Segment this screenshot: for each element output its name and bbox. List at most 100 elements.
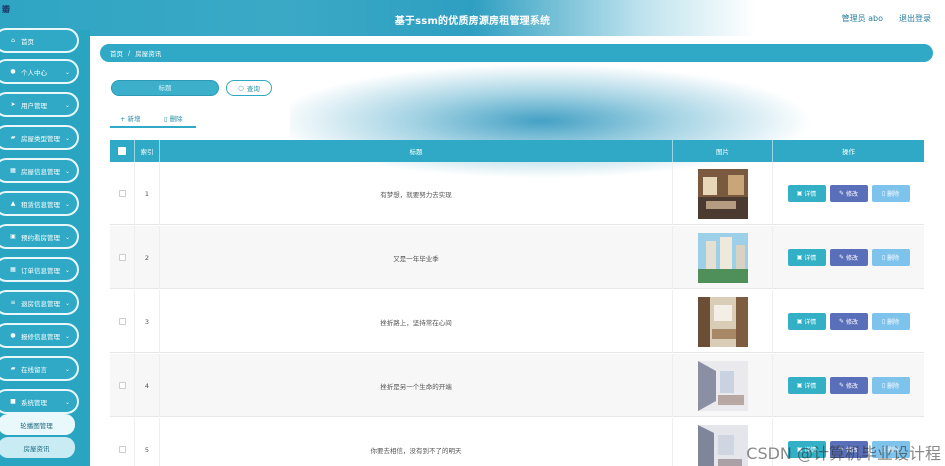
chat-icon: ▰ bbox=[10, 365, 16, 372]
sidebar-item-house-info[interactable]: ▦ 房屋信息管理 ⌄ bbox=[0, 158, 79, 183]
chevron-down-icon: ⌄ bbox=[64, 366, 70, 373]
col-index: 索引 bbox=[135, 140, 160, 162]
row-checkbox[interactable] bbox=[118, 446, 126, 453]
sidebar-item-rental-info[interactable]: ▲ 租赁信息管理 ⌄ bbox=[0, 191, 79, 216]
breadcrumb-current: 房屋资讯 bbox=[135, 50, 162, 58]
delete-button[interactable]: ▯ 删除 bbox=[871, 313, 910, 330]
grid-icon: ▦ bbox=[10, 167, 16, 174]
sidebar-item-label: 房屋类型管理 bbox=[21, 134, 60, 143]
detail-button[interactable]: ▣ 详情 bbox=[787, 313, 826, 330]
col-actions: 操作 bbox=[842, 148, 855, 156]
search-button[interactable]: ○ 查询 bbox=[226, 80, 272, 96]
chat-icon: ▰ bbox=[10, 134, 16, 141]
row-index: 5 bbox=[135, 418, 160, 466]
breadcrumb-home[interactable]: 首页 bbox=[110, 48, 123, 58]
sidebar-item-label: 租赁信息管理 bbox=[21, 200, 60, 209]
delete-button[interactable]: ▯ 删除 bbox=[871, 249, 910, 266]
row-title: 有梦想，就要努力去实现 bbox=[160, 162, 673, 225]
delete-button[interactable]: ▯ 删除 bbox=[871, 377, 910, 394]
edit-icon: ✎ bbox=[839, 318, 846, 325]
table-header: 索引 标题 图片 操作 bbox=[110, 140, 924, 162]
sidebar-item-checkout[interactable]: ≡ 退房信息管理 ⌄ bbox=[0, 290, 79, 315]
sidebar: ⌂ 首页 ● 个人中心 ⌄ ➤ 用户管理 ⌄ ▰ 房屋类型管理 ⌄ ▦ 房屋信息… bbox=[0, 28, 90, 466]
room-thumbnail bbox=[697, 232, 748, 283]
sidebar-item-label: 订单信息管理 bbox=[21, 266, 60, 275]
chevron-down-icon: ⌄ bbox=[64, 102, 70, 109]
sidebar-item-label: 用户管理 bbox=[21, 101, 47, 110]
detail-button[interactable]: ▣ 详情 bbox=[787, 377, 826, 394]
table-row: 1 有梦想，就要努力去实现 ▣ 详情 ✎ 修改 ▯ 删除 bbox=[110, 162, 924, 225]
box-icon: ■ bbox=[10, 398, 16, 405]
edit-icon: ✎ bbox=[839, 190, 846, 197]
row-checkbox[interactable] bbox=[118, 254, 126, 261]
row-index: 3 bbox=[135, 290, 160, 353]
row-index: 4 bbox=[135, 354, 160, 417]
sidebar-item-viewing-appointments[interactable]: ▣ 预约看房管理 ⌄ bbox=[0, 224, 79, 249]
select-all-checkbox[interactable] bbox=[118, 147, 126, 155]
edit-button[interactable]: ✎ 修改 bbox=[829, 185, 868, 202]
row-title: 挫折是另一个生命的开端 bbox=[160, 354, 673, 417]
sidebar-item-label: 退房信息管理 bbox=[21, 299, 60, 308]
sidebar-item-house-types[interactable]: ▰ 房屋类型管理 ⌄ bbox=[0, 125, 79, 150]
logout-link[interactable]: 退出登录 bbox=[899, 13, 931, 24]
room-thumbnail bbox=[697, 424, 748, 466]
sidebar-subitem-house-news[interactable]: 房屋资讯 bbox=[0, 437, 75, 458]
sidebar-item-label: 首页 bbox=[21, 37, 34, 46]
grid-icon: ▦ bbox=[10, 266, 16, 273]
chevron-down-icon: ⌄ bbox=[64, 333, 70, 340]
row-index: 1 bbox=[135, 162, 160, 225]
delete-button[interactable]: ▯ 删除 bbox=[871, 185, 910, 202]
sidebar-item-label: 预约看房管理 bbox=[21, 233, 60, 242]
table-row: 4 挫折是另一个生命的开端 ▣ 详情 ✎ 修改 ▯ 删除 bbox=[110, 354, 924, 417]
watermark: CSDN @计算机毕业设计程 bbox=[746, 444, 941, 463]
chevron-down-icon: ⌄ bbox=[64, 399, 70, 406]
chevron-down-icon: ⌄ bbox=[64, 234, 70, 241]
detail-button[interactable]: ▣ 详情 bbox=[787, 185, 826, 202]
table-row: 3 挫折路上，坚持常在心间 ▣ 详情 ✎ 修改 ▯ 删除 bbox=[110, 290, 924, 353]
room-thumbnail bbox=[697, 360, 748, 411]
batch-delete-button[interactable]: ▯ 删除 bbox=[164, 113, 183, 123]
room-thumbnail bbox=[697, 296, 748, 347]
detail-button[interactable]: ▣ 详情 bbox=[787, 249, 826, 266]
sidebar-item-repairs[interactable]: ● 报修信息管理 ⌄ bbox=[0, 323, 79, 348]
breadcrumb-separator: / bbox=[128, 49, 131, 57]
trash-icon: ▯ bbox=[164, 115, 168, 123]
chevron-down-icon: ⌄ bbox=[64, 201, 70, 208]
sidebar-item-orders[interactable]: ▦ 订单信息管理 ⌄ bbox=[0, 257, 79, 282]
chevron-down-icon: ⌄ bbox=[64, 69, 70, 76]
detail-icon: ▣ bbox=[796, 318, 805, 325]
top-header: 瓣 基于ssm的优质房源房租管理系统 管理员 abo 退出登录 bbox=[0, 0, 945, 36]
chevron-down-icon: ⌄ bbox=[64, 135, 70, 142]
calendar-icon: ▣ bbox=[10, 233, 16, 240]
detail-icon: ▣ bbox=[796, 382, 805, 389]
corner-logo: 瓣 bbox=[2, 5, 10, 14]
sidebar-subitem-carousel[interactable]: 轮播图管理 bbox=[0, 414, 75, 435]
search-input[interactable]: 标题 bbox=[111, 80, 219, 96]
row-checkbox[interactable] bbox=[118, 190, 126, 197]
table-row: 2 又是一年毕业季 ▣ 详情 ✎ 修改 ▯ 删除 bbox=[110, 226, 924, 289]
add-button[interactable]: + 新增 bbox=[120, 113, 141, 123]
sidebar-item-users[interactable]: ➤ 用户管理 ⌄ bbox=[0, 92, 79, 117]
sidebar-item-home[interactable]: ⌂ 首页 bbox=[0, 28, 79, 53]
detail-icon: ▣ bbox=[796, 190, 805, 197]
toolbar-underline bbox=[110, 126, 196, 128]
user-icon: ● bbox=[10, 332, 16, 339]
search-icon: ○ bbox=[238, 84, 244, 92]
sidebar-item-system[interactable]: ■ 系统管理 ⌄ bbox=[0, 389, 79, 414]
edit-button[interactable]: ✎ 修改 bbox=[829, 249, 868, 266]
search-button-label: 查询 bbox=[246, 85, 260, 93]
row-checkbox[interactable] bbox=[118, 382, 126, 389]
col-image: 图片 bbox=[673, 140, 773, 162]
app-title: 基于ssm的优质房源房租管理系统 bbox=[394, 16, 551, 27]
current-user: 管理员 abo bbox=[841, 14, 883, 23]
row-checkbox[interactable] bbox=[118, 318, 126, 325]
row-title: 又是一年毕业季 bbox=[160, 226, 673, 289]
edit-button[interactable]: ✎ 修改 bbox=[829, 377, 868, 394]
chevron-down-icon: ⌄ bbox=[64, 168, 70, 175]
sidebar-item-profile[interactable]: ● 个人中心 ⌄ bbox=[0, 59, 79, 84]
sidebar-item-label: 报修信息管理 bbox=[21, 332, 60, 341]
room-thumbnail bbox=[697, 168, 748, 219]
send-icon: ➤ bbox=[10, 101, 16, 108]
edit-button[interactable]: ✎ 修改 bbox=[829, 313, 868, 330]
sidebar-item-messages[interactable]: ▰ 在线留言 ⌄ bbox=[0, 356, 79, 381]
